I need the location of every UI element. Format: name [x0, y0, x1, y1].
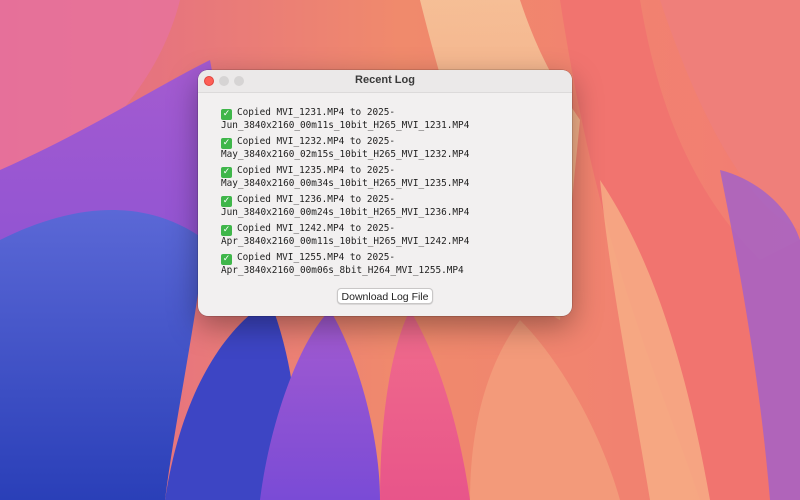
log-entry: ✓ Copied MVI_1242.MP4 to 2025- Apr_3840x2… [221, 223, 561, 247]
log-entry: ✓ Copied MVI_1231.MP4 to 2025- Jun_3840x2… [221, 107, 561, 131]
check-mark-icon: ✓ [221, 196, 232, 207]
log-entry-line2: May_3840x2160_02m15s_10bit_H265_MVI_1232… [221, 149, 470, 160]
log-entry-line2: Apr_3840x2160_00m11s_10bit_H265_MVI_1242… [221, 236, 470, 247]
check-mark-icon: ✓ [221, 138, 232, 149]
log-entry-line1: Copied MVI_1255.MP4 to 2025- [237, 252, 396, 263]
window-title: Recent Log [355, 74, 415, 86]
log-entry: ✓ Copied MVI_1235.MP4 to 2025- May_3840x2… [221, 165, 561, 189]
recent-log-window: Recent Log ✓ Copied MVI_1231.MP4 to 2025-… [198, 70, 572, 316]
log-entry-line1: Copied MVI_1232.MP4 to 2025- [237, 136, 396, 147]
log-entry-line2: Apr_3840x2160_00m06s_8bit_H264_MVI_1255.… [221, 265, 464, 276]
log-entry: ✓ Copied MVI_1232.MP4 to 2025- May_3840x2… [221, 136, 561, 160]
log-entry: ✓ Copied MVI_1236.MP4 to 2025- Jun_3840x2… [221, 194, 561, 218]
log-entry-line2: Jun_3840x2160_00m24s_10bit_H265_MVI_1236… [221, 207, 470, 218]
check-mark-icon: ✓ [221, 109, 232, 120]
log-entry-line1: Copied MVI_1235.MP4 to 2025- [237, 165, 396, 176]
log-entry-line1: Copied MVI_1242.MP4 to 2025- [237, 223, 396, 234]
log-entry-line2: Jun_3840x2160_00m11s_10bit_H265_MVI_1231… [221, 120, 470, 131]
check-mark-icon: ✓ [221, 167, 232, 178]
title-bar[interactable]: Recent Log [198, 70, 572, 93]
log-list: ✓ Copied MVI_1231.MP4 to 2025- Jun_3840x2… [221, 107, 561, 281]
check-mark-icon: ✓ [221, 254, 232, 265]
check-mark-icon: ✓ [221, 225, 232, 236]
log-entry-line2: May_3840x2160_00m34s_10bit_H265_MVI_1235… [221, 178, 470, 189]
log-entry-line1: Copied MVI_1236.MP4 to 2025- [237, 194, 396, 205]
log-entry-line1: Copied MVI_1231.MP4 to 2025- [237, 107, 396, 118]
log-entry: ✓ Copied MVI_1255.MP4 to 2025- Apr_3840x2… [221, 252, 561, 276]
download-log-file-button[interactable]: Download Log File [337, 288, 433, 304]
